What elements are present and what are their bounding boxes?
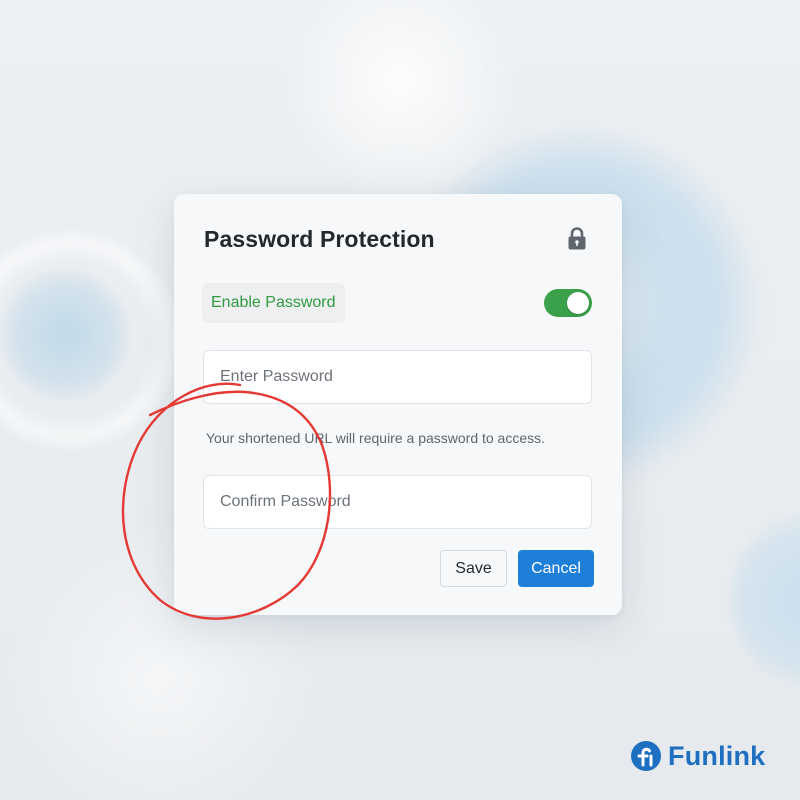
brand: Funlink: [630, 740, 765, 772]
toggle-knob: [567, 292, 589, 314]
brand-name: Funlink: [668, 740, 766, 771]
background-blob-left: [0, 270, 130, 400]
funlink-logo-icon: [631, 741, 661, 771]
confirm-password-input[interactable]: [203, 475, 592, 529]
helper-text: Your shortened URL will require a passwo…: [206, 430, 546, 446]
cancel-button[interactable]: Cancel: [518, 550, 594, 587]
password-input[interactable]: [203, 350, 592, 404]
lock-icon: [568, 227, 586, 250]
save-button[interactable]: Save: [440, 550, 507, 587]
dialog-title: Password Protection: [204, 226, 435, 252]
enable-password-label: Enable Password: [202, 283, 345, 323]
background-blob-right: [730, 510, 800, 690]
password-protection-dialog: Password Protection Enable Password Your…: [174, 194, 622, 615]
enable-password-toggle[interactable]: [544, 289, 592, 317]
